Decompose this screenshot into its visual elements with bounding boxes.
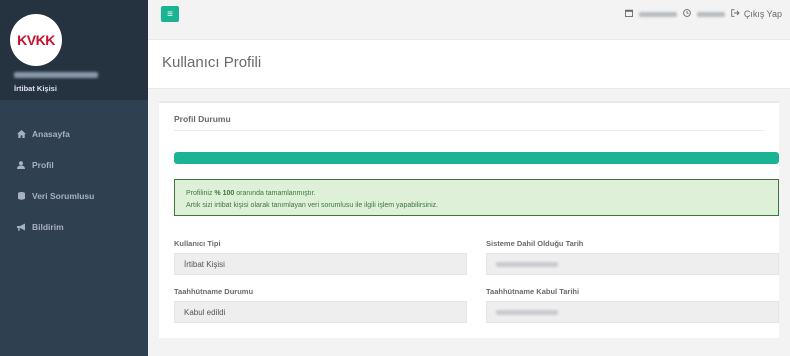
alert-suffix: oranında tamamlanmıştır.: [236, 190, 316, 197]
database-icon: [15, 191, 27, 200]
user-role: İrtibat Kişisi: [14, 84, 57, 93]
profile-status-panel: Profil Durumu Profiliniz % 100 oranında …: [159, 101, 779, 338]
commitment-status-value: Kabul edildi: [184, 307, 226, 317]
alert-line-2: Artık sizi irtibat kişisi olarak tanımla…: [186, 202, 439, 209]
sidebar-item-label: Profil: [32, 159, 54, 170]
commitment-status-field: Kabul edildi: [174, 301, 467, 323]
join-date-label: Sisteme Dahil Olduğu Tarih: [486, 239, 584, 248]
logout-label: Çıkış Yap: [743, 9, 782, 19]
menu-toggle-button[interactable]: ≡: [161, 6, 179, 22]
calendar-icon: [624, 9, 633, 19]
user-icon: [15, 160, 27, 169]
join-date-field: [486, 253, 779, 275]
sidebar-item-anasayfa[interactable]: Anasayfa: [0, 118, 148, 149]
page-heading: Kullanıcı Profili: [148, 40, 790, 89]
sidebar-item-bildirim[interactable]: Bildirim: [0, 211, 148, 242]
alert-percent: % 100: [214, 190, 235, 197]
top-navbar: ≡ Çıkış Yap: [148, 0, 790, 40]
commitment-status-label: Taahhütname Durumu: [174, 287, 254, 296]
alert-line-1: Profiliniz % 100 oranında tamamlanmıştır…: [186, 190, 316, 197]
sidebar-item-veri-sorumlusu[interactable]: Veri Sorumlusu: [0, 180, 148, 211]
commitment-date-redacted: [496, 309, 558, 315]
sidebar-profile: KVKK İrtibat Kişisi: [0, 0, 148, 100]
sidebar-nav: Anasayfa Profil Veri Sorumlusu Bildirim: [0, 118, 148, 242]
sidebar-item-label: Bildirim: [32, 221, 64, 232]
page-title: Kullanıcı Profili: [162, 54, 262, 71]
progress-fill: [174, 152, 779, 164]
sign-out-icon: [731, 9, 740, 19]
user-name-redacted: [14, 72, 98, 78]
join-date-redacted: [496, 261, 558, 267]
user-type-label: Kullanıcı Tipi: [174, 239, 221, 248]
bullhorn-icon: [15, 223, 27, 231]
commitment-date-label: Taahhütname Kabul Tarihi: [486, 287, 580, 296]
logo-text: KVKK: [17, 32, 55, 48]
kvkk-logo: KVKK: [10, 14, 62, 66]
sidebar: KVKK İrtibat Kişisi Anasayfa Profil Veri…: [0, 0, 148, 356]
divider: [174, 130, 764, 131]
user-type-field: İrtibat Kişisi: [174, 253, 467, 275]
alert-prefix: Profiliniz: [186, 190, 213, 197]
time-redacted: [696, 11, 725, 17]
sidebar-item-profil[interactable]: Profil: [0, 149, 148, 180]
sidebar-item-label: Veri Sorumlusu: [32, 190, 95, 201]
panel-title: Profil Durumu: [174, 114, 231, 124]
top-right-info: Çıkış Yap: [624, 9, 782, 19]
success-alert: Profiliniz % 100 oranında tamamlanmıştır…: [174, 179, 779, 216]
home-icon: [15, 129, 27, 138]
hamburger-icon: ≡: [167, 8, 173, 20]
commitment-date-field: [486, 301, 779, 323]
clock-icon: [682, 9, 691, 19]
user-type-value: İrtibat Kişisi: [184, 259, 225, 269]
profile-progress-bar: [174, 152, 779, 164]
logout-link[interactable]: Çıkış Yap: [731, 9, 782, 19]
sidebar-item-label: Anasayfa: [32, 128, 70, 139]
date-redacted: [638, 11, 677, 17]
